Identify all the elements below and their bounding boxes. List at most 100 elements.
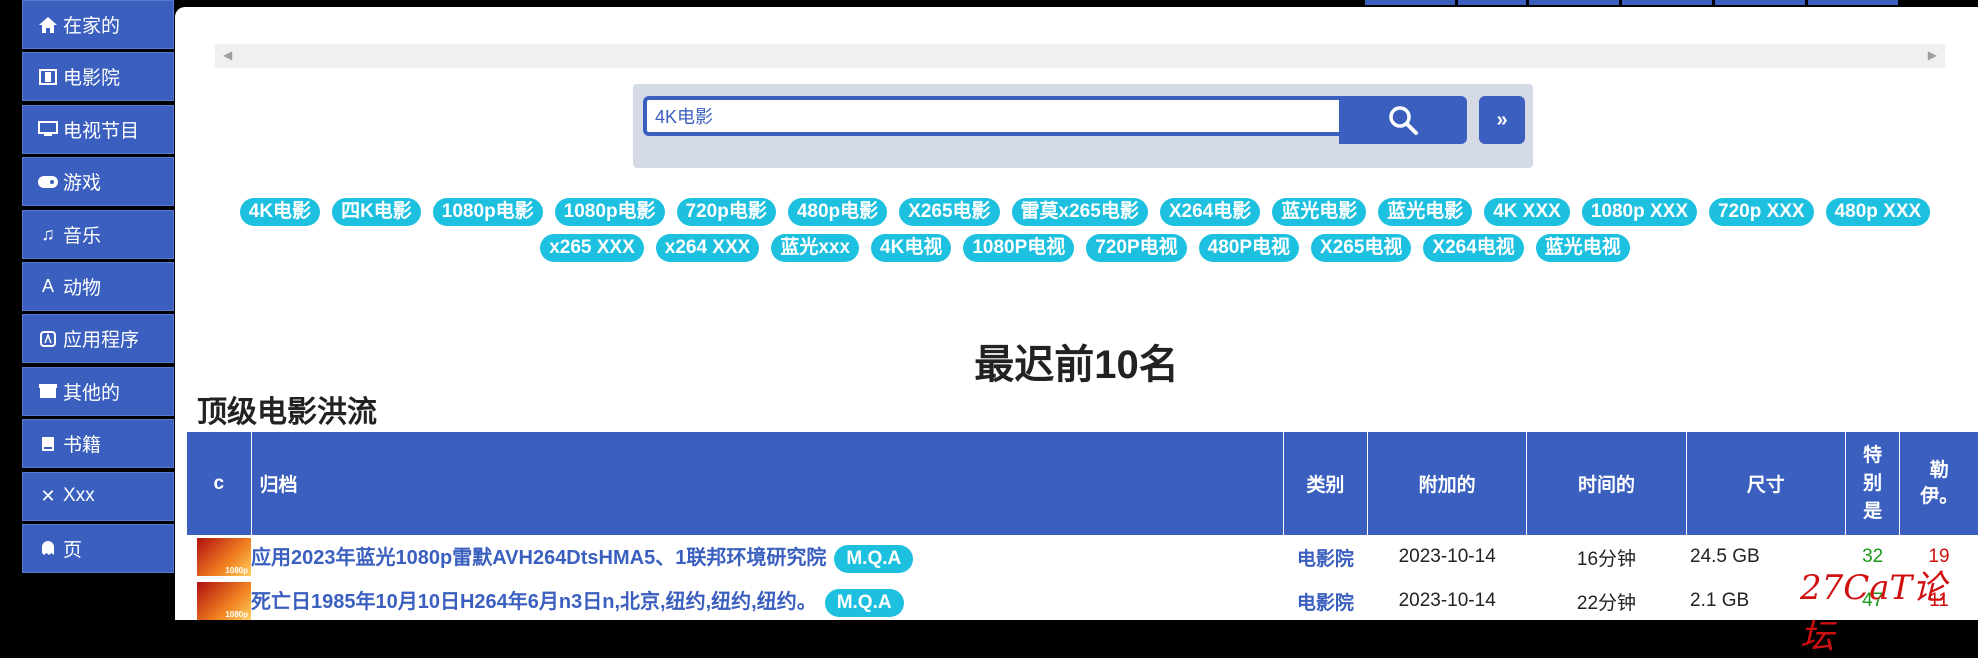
sidebar-item-label: Xxx [63,485,95,507]
sidebar-item-xxx[interactable]: ✕ Xxx [22,471,174,521]
sidebar-item-label: 游戏 [63,173,102,195]
category-link[interactable]: 电影院 [1283,579,1367,623]
tag-chip[interactable]: 480p XXX [1825,198,1931,226]
sidebar-item-label: 页 [63,539,83,561]
tag-chip[interactable]: 720p电影 [676,198,776,226]
added-date: 2023-10-14 [1398,590,1496,611]
sidebar-item-tv[interactable]: 电视节目 [22,104,174,154]
sidebar-item-page[interactable]: 页 [22,523,174,573]
table-row[interactable]: 1080p 死亡日1985年10月10日H264年6月n3日n,北京,纽约,纽约… [187,579,1978,623]
sidebar-item-label: 电视节目 [63,120,140,142]
thumbnail: 1080p [197,582,251,620]
tag-chip[interactable]: x264 XXX [655,234,760,262]
tag-cloud: 4K电影 四K电影 1080p电影 1080p电影 720p电影 480p电影 X265电影… [200,195,1970,267]
tag-chip[interactable]: 蓝光电影 [1272,198,1367,226]
tag-chip[interactable]: x265 XXX [540,234,644,262]
sidebar-item-other[interactable]: 其他的 [22,366,174,416]
tag-chip[interactable]: 1080p XXX [1581,198,1697,226]
thumbnail-label: 1080p [225,566,248,575]
tag-chip[interactable]: X265电视 [1311,234,1412,262]
seeders-header-label: 特别是 [1863,444,1883,522]
quality-badge[interactable]: M.Q.A [824,589,904,617]
anime-icon: A [41,275,54,296]
category-link[interactable]: 电影院 [1283,535,1367,579]
sidebar: 在家的 电影院 电视节目 游戏 ♫ 音乐 A 动物 应用程序 其他的 书籍 ✕ Xxx… [22,0,174,576]
scroll-left-icon[interactable]: ◀ [223,48,232,62]
torrent-table: c 归档 类别 附加的 时间的 尺寸 特别是 勒伊。 1080p 应用2023年… [187,432,1978,623]
time-ago: 22分钟 [1576,592,1637,614]
tag-chip[interactable]: 4K电视 [871,234,952,262]
box-icon [37,383,59,399]
tag-chip[interactable]: 四K电影 [332,198,421,226]
ghost-icon [37,540,59,556]
thumbnail: 1080p [197,538,251,576]
tag-chip[interactable]: 720P电视 [1086,234,1187,262]
top-tabs-strip [1365,0,1898,5]
tag-chip[interactable]: 蓝光xxx [771,234,860,262]
sidebar-item-label: 音乐 [63,225,102,247]
home-icon [37,16,59,34]
app-store-icon [37,330,59,347]
tag-chip[interactable]: X264电视 [1423,234,1524,262]
tag-chip[interactable]: 1080p电影 [554,198,665,226]
time-ago: 16分钟 [1576,548,1637,570]
search-icon [1389,106,1418,135]
sidebar-item-label: 电影院 [63,68,121,90]
site-watermark: 27CaT论坛 [1800,568,1947,657]
column-header-category[interactable]: 类别 [1283,432,1368,535]
main-content: ◀ ▶ » 4K电影四K电影 1080p电影 1080p电影 720p电影 480p电影… [175,7,1978,620]
sidebar-item-apps[interactable]: 应用程序 [22,314,174,364]
sidebar-item-books[interactable]: 书籍 [22,419,174,469]
thumbnail-label: 1080p [225,610,248,619]
torrent-title-link[interactable]: 应用2023年蓝光1080p雷默AVH264DtsHMA5、1联邦环境研究院 [251,547,826,569]
section-title: 顶级电影洪流 [197,396,377,429]
advanced-search-button[interactable]: » [1479,96,1525,144]
tag-chip[interactable]: 1080p电影 [432,198,543,226]
column-header-name[interactable]: 归档 [251,432,1284,535]
sidebar-item-music[interactable]: ♫ 音乐 [22,209,174,259]
gamepad-icon [37,175,59,189]
added-date: 2023-10-14 [1398,546,1496,567]
scroll-right-icon[interactable]: ▶ [1928,48,1937,62]
page-title: 最迟前10名 [974,343,1179,387]
book-icon [37,436,59,452]
tag-chip[interactable]: 480P电视 [1198,234,1300,262]
table-row[interactable]: 1080p 应用2023年蓝光1080p雷默AVH264DtsHMA5、1联邦环… [187,535,1978,579]
x-icon: ✕ [40,485,56,506]
tag-chip[interactable]: 蓝光电视 [1535,234,1630,262]
film-icon [37,68,59,85]
sidebar-item-label: 动物 [63,277,102,299]
column-header-size[interactable]: 尺寸 [1686,432,1846,535]
sidebar-item-movies[interactable]: 电影院 [22,52,174,102]
search-input[interactable] [643,96,1343,136]
tag-chip[interactable]: 720p XXX [1709,198,1814,226]
tag-chip[interactable]: 雷莫x265电影 [1011,198,1148,226]
column-header-seeders[interactable]: 特别是 [1845,432,1901,535]
sidebar-item-label: 应用程序 [63,330,140,352]
horizontal-scrollbar[interactable]: ◀ ▶ [215,44,1945,68]
quality-badge[interactable]: M.Q.A [834,545,914,573]
column-header-c[interactable]: c [187,432,252,535]
sidebar-item-label: 书籍 [63,435,102,457]
search-button[interactable] [1339,96,1467,144]
column-header-added[interactable]: 附加的 [1367,432,1528,535]
thumbnail-cell: 1080p [187,535,251,579]
sidebar-item-label: 其他的 [63,382,121,404]
tag-chip[interactable]: X265电影 [899,198,1000,226]
column-header-time[interactable]: 时间的 [1526,432,1687,535]
tag-chip[interactable]: 4K电影 [239,198,321,226]
tag-chip[interactable]: 480p电影 [787,198,888,226]
torrent-title-link[interactable]: 死亡日1985年10月10日H264年6月n3日n,北京,纽约,纽约,纽约。 [251,591,817,613]
sidebar-item-games[interactable]: 游戏 [22,157,174,207]
search-panel: » [633,84,1533,168]
thumbnail-cell: 1080p [187,579,251,623]
sidebar-item-home[interactable]: 在家的 [22,0,174,49]
tag-chip[interactable]: 蓝光电影 [1378,198,1473,226]
tag-chip[interactable]: 1080P电视 [963,234,1075,262]
sidebar-item-anime[interactable]: A 动物 [22,261,174,311]
tv-icon [37,121,59,137]
column-header-leechers[interactable]: 勒伊。 [1899,432,1978,535]
sidebar-item-label: 在家的 [63,16,121,37]
tag-chip[interactable]: X264电影 [1159,198,1261,226]
tag-chip[interactable]: 4K XXX [1484,198,1570,226]
